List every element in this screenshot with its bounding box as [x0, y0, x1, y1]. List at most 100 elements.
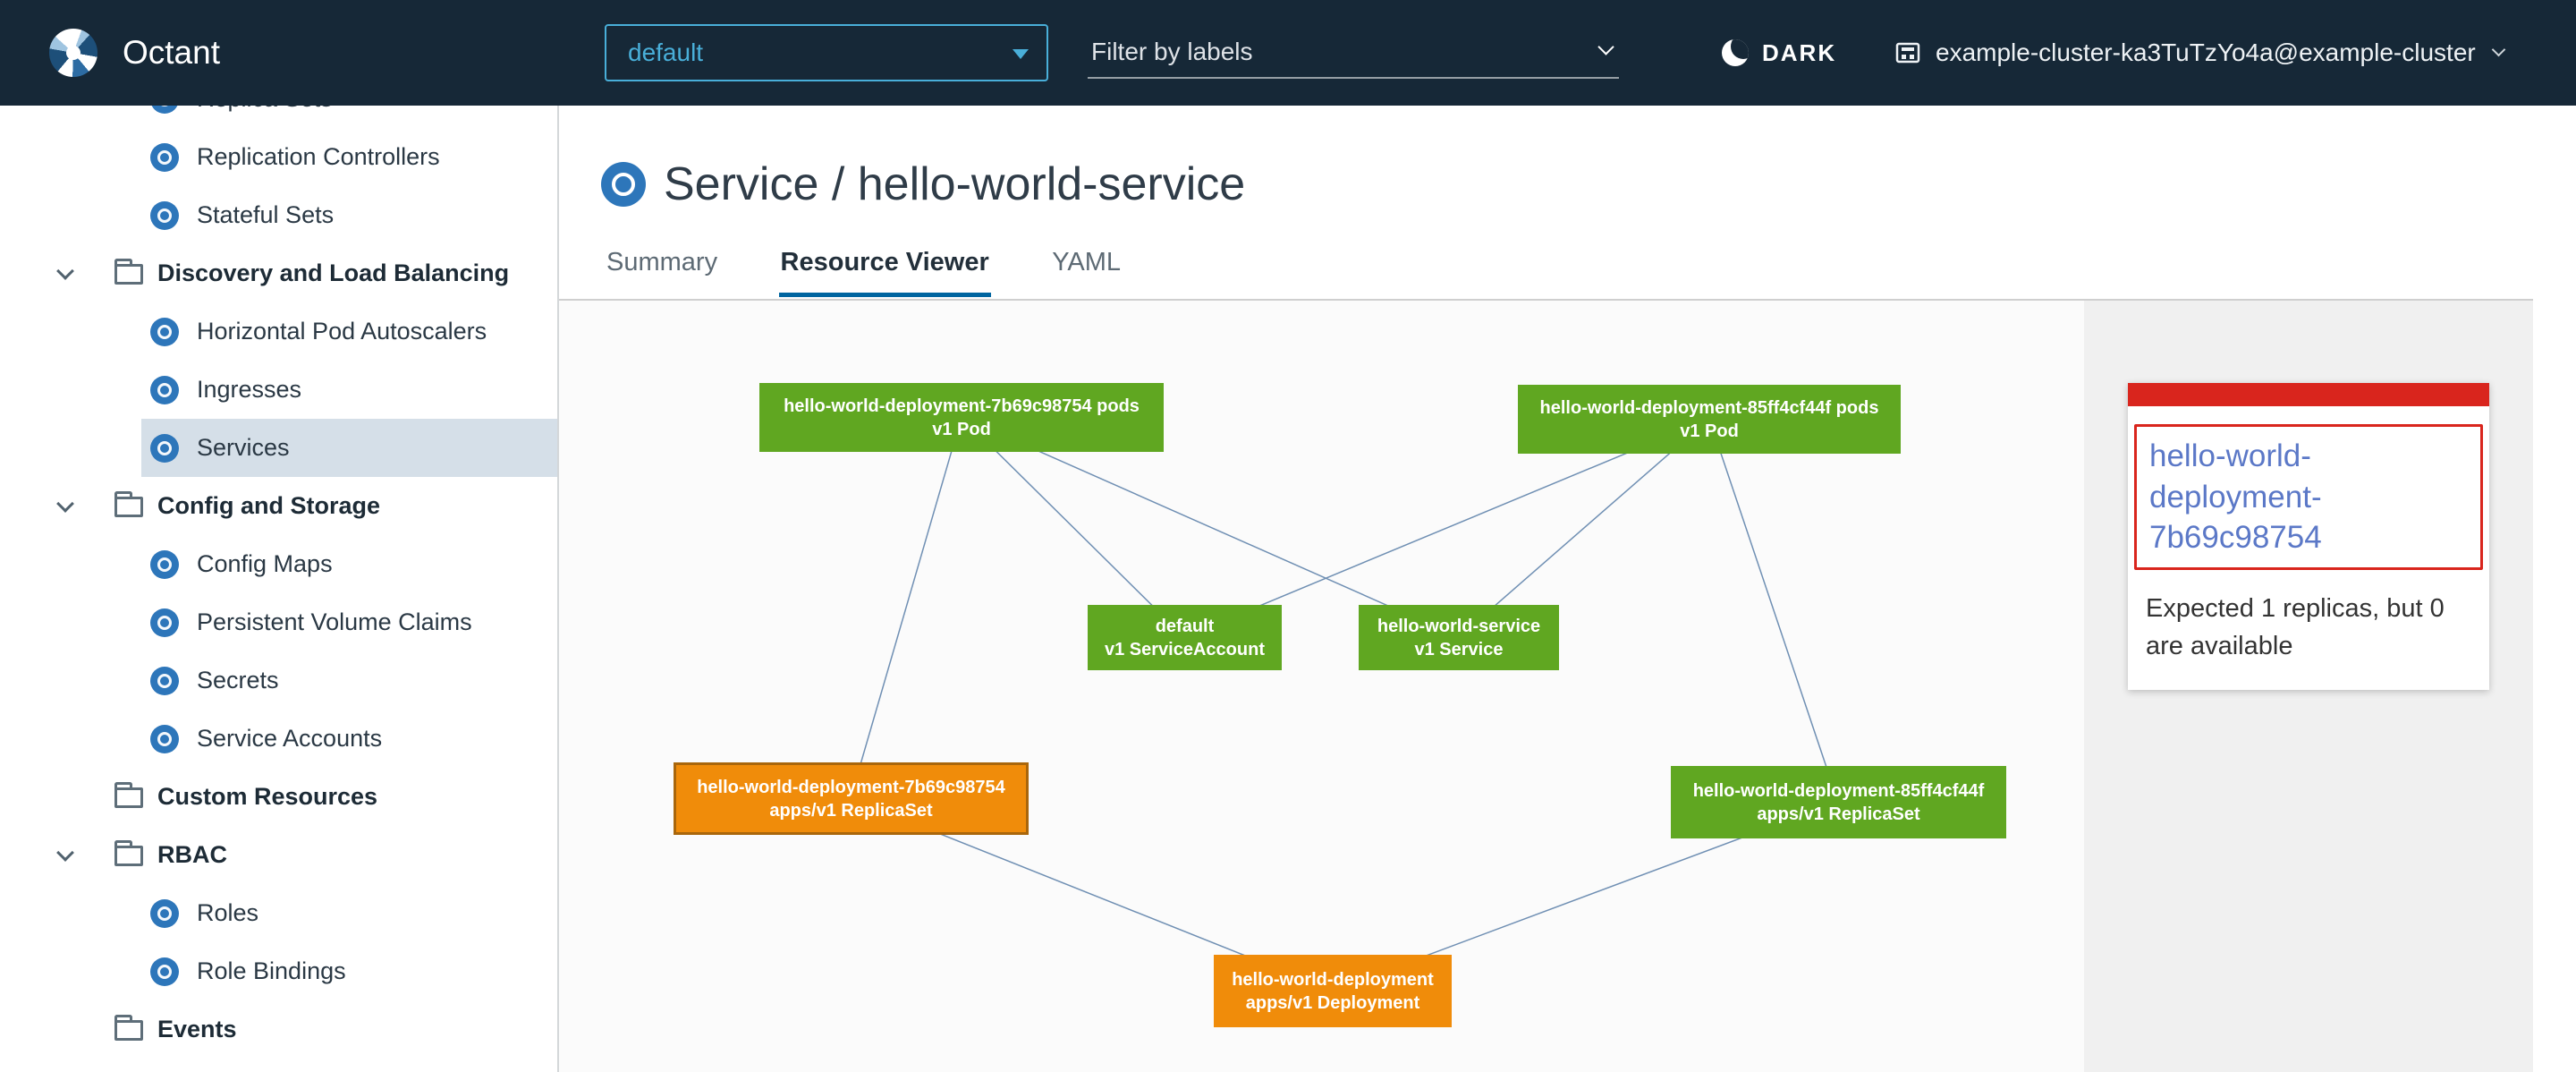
- page-title-block: Service / hello-world-service: [601, 157, 1245, 211]
- sidebar-item-roles[interactable]: Roles: [0, 884, 557, 942]
- tab-yaml[interactable]: YAML: [1050, 248, 1123, 293]
- sidebar-item-stateful-sets[interactable]: Stateful Sets: [0, 186, 557, 244]
- graph-node-replicaset-85ff4cf44f[interactable]: hello-world-deployment-85ff4cf44f apps/v…: [1671, 766, 2006, 838]
- graph-edge: [851, 417, 962, 798]
- sidebar-item-services[interactable]: Services: [0, 419, 557, 477]
- graph-node-pods-85ff4cf44f[interactable]: hello-world-deployment-85ff4cf44f pods v…: [1518, 385, 1901, 454]
- sidebar-navigation: Replica Sets Replication Controllers Sta…: [0, 106, 559, 1072]
- sidebar-group-discovery-and-load-balancing[interactable]: Discovery and Load Balancing: [0, 244, 557, 302]
- label-filter: [1088, 27, 1619, 79]
- selected-node-title: hello-world-deployment-7b69c98754: [2149, 438, 2322, 555]
- status-message: Expected 1 replicas, but 0 are available: [2128, 570, 2489, 690]
- roles-icon: [150, 899, 179, 928]
- sidebar-item-label: Horizontal Pod Autoscalers: [197, 302, 487, 361]
- object-status-panel: hello-world-deployment-7b69c98754 Expect…: [2084, 301, 2533, 1072]
- sidebar-item-replication-controllers[interactable]: Replication Controllers: [0, 128, 557, 186]
- graph-node-service-hello-world-service[interactable]: hello-world-service v1 Service: [1359, 605, 1559, 670]
- graph-node-pods-7b69c98754[interactable]: hello-world-deployment-7b69c98754 pods v…: [759, 383, 1164, 452]
- ingresses-icon: [150, 376, 179, 404]
- sidebar-group-label: Custom Resources: [157, 768, 377, 826]
- role-bindings-icon: [150, 957, 179, 986]
- node-name: default: [1156, 615, 1215, 638]
- folder-icon: [114, 264, 143, 285]
- cluster-selector-label: example-cluster-ka3TuTzYo4a@example-clus…: [1936, 38, 2476, 67]
- node-name: hello-world-deployment-85ff4cf44f: [1693, 779, 1985, 803]
- resource-viewer-graph: hello-world-deployment-7b69c98754 pods v…: [559, 301, 2084, 1072]
- tab-summary[interactable]: Summary: [605, 248, 719, 293]
- replication-controllers-icon: [150, 143, 179, 172]
- node-kind: apps/v1 ReplicaSet: [769, 799, 932, 822]
- sidebar-group-events[interactable]: Events: [0, 1000, 557, 1059]
- sidebar-item-label: Persistent Volume Claims: [197, 593, 472, 651]
- sidebar-item-horizontal-pod-autoscalers[interactable]: Horizontal Pod Autoscalers: [0, 302, 557, 361]
- node-kind: v1 ServiceAccount: [1105, 638, 1265, 661]
- services-icon: [150, 434, 179, 463]
- node-name: hello-world-deployment-85ff4cf44f pods: [1540, 396, 1879, 420]
- theme-toggle-label: DARK: [1762, 39, 1836, 67]
- sidebar-item-persistent-volume-claims[interactable]: Persistent Volume Claims: [0, 593, 557, 651]
- tab-resource-viewer[interactable]: Resource Viewer: [779, 248, 991, 297]
- sidebar-item-replica-sets[interactable]: Replica Sets: [0, 106, 557, 128]
- sidebar-item-config-maps[interactable]: Config Maps: [0, 535, 557, 593]
- chevron-down-icon[interactable]: [56, 844, 74, 862]
- namespace-dropdown[interactable]: default: [605, 24, 1048, 81]
- sidebar-item-label: Roles: [197, 884, 258, 942]
- sidebar-item-label: Replication Controllers: [197, 128, 440, 186]
- chevron-down-icon[interactable]: [56, 495, 74, 513]
- sidebar-item-secrets[interactable]: Secrets: [0, 651, 557, 710]
- sidebar-group-rbac[interactable]: RBAC: [0, 826, 557, 884]
- app-header: Octant default DARK example-cluster-ka3T…: [0, 0, 2576, 106]
- folder-icon: [114, 497, 143, 517]
- app-title: Octant: [123, 0, 220, 106]
- sidebar-item-service-accounts[interactable]: Service Accounts: [0, 710, 557, 768]
- chevron-down-icon[interactable]: [1597, 38, 1614, 55]
- node-name: hello-world-service: [1377, 615, 1540, 638]
- sidebar-item-role-bindings[interactable]: Role Bindings: [0, 942, 557, 1000]
- sidebar-item-ingresses[interactable]: Ingresses: [0, 361, 557, 419]
- sidebar-group-label: Events: [157, 1000, 237, 1059]
- tab-bar: Summary Resource Viewer YAML: [605, 248, 1178, 297]
- octant-logo-icon: [49, 29, 97, 77]
- node-kind: v1 Pod: [932, 418, 991, 441]
- folder-icon: [114, 787, 143, 808]
- sidebar-group-custom-resources[interactable]: Custom Resources: [0, 768, 557, 826]
- cluster-icon: [1894, 39, 1921, 66]
- folder-icon: [114, 1020, 143, 1041]
- horizontal-pod-autoscalers-icon: [150, 318, 179, 346]
- sidebar-group-label: Config and Storage: [157, 477, 380, 535]
- replica-sets-icon: [150, 106, 179, 114]
- sidebar-item-label: Ingresses: [197, 361, 301, 419]
- stateful-sets-icon: [150, 201, 179, 230]
- persistent-volume-claims-icon: [150, 608, 179, 637]
- sidebar-group-config-and-storage[interactable]: Config and Storage: [0, 477, 557, 535]
- selected-node-title-link[interactable]: hello-world-deployment-7b69c98754: [2134, 424, 2483, 570]
- node-kind: v1 Pod: [1680, 420, 1739, 443]
- node-name: hello-world-deployment-7b69c98754 pods: [784, 395, 1140, 418]
- node-kind: apps/v1 Deployment: [1246, 991, 1420, 1015]
- graph-node-replicaset-7b69c98754[interactable]: hello-world-deployment-7b69c98754 apps/v…: [674, 762, 1029, 835]
- namespace-dropdown-value: default: [628, 38, 703, 67]
- node-kind: v1 Service: [1415, 638, 1504, 661]
- sidebar-item-label: Services: [197, 419, 290, 477]
- cluster-selector[interactable]: example-cluster-ka3TuTzYo4a@example-clus…: [1894, 0, 2504, 106]
- node-name: hello-world-deployment-7b69c98754: [697, 776, 1005, 799]
- secrets-icon: [150, 667, 179, 695]
- node-kind: apps/v1 ReplicaSet: [1757, 803, 1919, 826]
- theme-toggle-button[interactable]: DARK: [1722, 0, 1836, 106]
- graph-edge: [1709, 419, 1838, 802]
- graph-node-deployment-hello-world-deployment[interactable]: hello-world-deployment apps/v1 Deploymen…: [1214, 955, 1452, 1027]
- status-accent-bar: [2128, 383, 2489, 406]
- chevron-down-icon[interactable]: [56, 262, 74, 280]
- chevron-down-icon: [2491, 42, 2505, 56]
- page-title: Service / hello-world-service: [664, 157, 1245, 211]
- graph-node-serviceaccount-default[interactable]: default v1 ServiceAccount: [1088, 605, 1282, 670]
- moon-icon: [1722, 39, 1749, 66]
- folder-icon: [114, 846, 143, 866]
- config-maps-icon: [150, 550, 179, 579]
- status-card: hello-world-deployment-7b69c98754 Expect…: [2128, 383, 2489, 690]
- sidebar-item-label: Secrets: [197, 651, 279, 710]
- caret-down-icon: [1013, 49, 1029, 59]
- label-filter-input[interactable]: [1088, 27, 1571, 77]
- service-icon: [601, 162, 646, 207]
- sidebar-item-label: Config Maps: [197, 535, 333, 593]
